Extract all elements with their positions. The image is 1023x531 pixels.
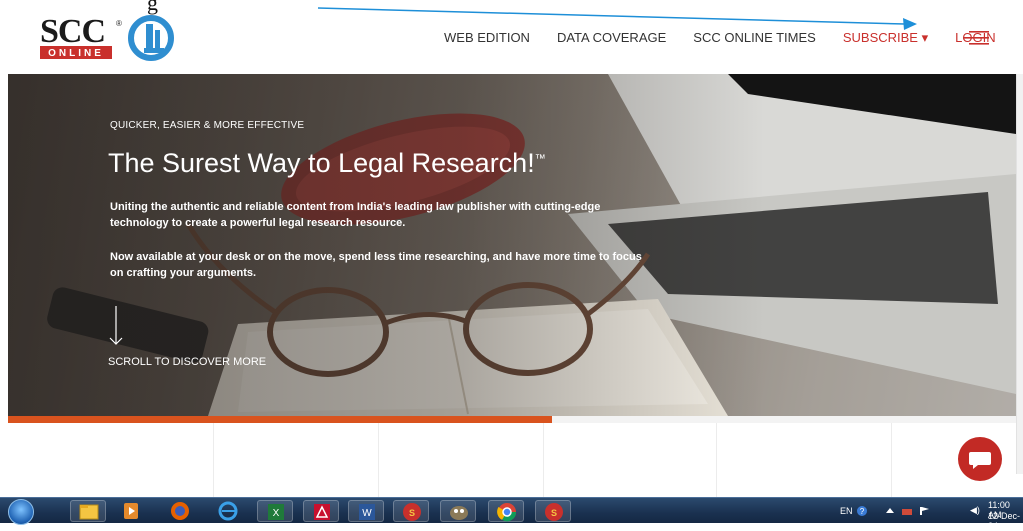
svg-text:®: ® [116,19,122,28]
file-explorer-icon[interactable] [70,500,106,522]
svg-text:X: X [273,508,280,519]
scroll-to-discover-link[interactable]: SCROLL TO DISCOVER MORE [108,356,266,368]
svg-text:?: ? [860,507,865,516]
site-header: g SCC ® ONLINE WEB EDITION DATA COVERAGE… [0,0,1023,74]
network-icon [902,509,912,515]
show-hidden-icons-icon [886,508,894,513]
hero-progress-bar [8,416,1016,423]
hero-paragraph-1: Uniting the authentic and reliable conte… [110,201,601,229]
chrome-icon[interactable] [488,500,524,522]
hero-title: The Surest Way to Legal Research!™ [108,148,546,179]
firefox-icon[interactable] [162,500,198,522]
svg-text:W: W [362,508,372,519]
nav-web-edition[interactable]: WEB EDITION [444,30,530,46]
hero-paragraph-2: Now available at your desk or on the mov… [110,251,642,279]
windows-taskbar: X W S S EN ? ◀) 11:00 AM 12-Dec-24 [0,497,1023,531]
scc-online-logo[interactable]: SCC ® ONLINE [36,10,196,66]
word-icon[interactable]: W [348,500,384,522]
nav-subscribe-dropdown[interactable]: SUBSCRIBE ▾ [843,30,928,46]
chat-button[interactable] [958,437,1002,481]
chat-bubble-icon [969,452,991,469]
excel-icon[interactable]: X [257,500,293,522]
column-divider [891,423,892,497]
windows-start-icon[interactable] [8,499,34,525]
column-divider [378,423,379,497]
trademark-mark: ™ [534,153,546,165]
media-player-icon[interactable] [113,500,149,522]
column-divider [213,423,214,497]
page-scrollbar[interactable] [1016,74,1023,474]
svg-text:SCC: SCC [40,13,105,50]
column-divider [716,423,717,497]
hero-banner: QUICKER, EASIER & MORE EFFECTIVE The Sur… [8,74,1016,416]
svg-text:S: S [409,508,415,518]
acrobat-icon[interactable] [303,500,339,522]
nav-data-coverage[interactable]: DATA COVERAGE [557,30,666,46]
clock-date[interactable]: 12-Dec-24 [988,511,1023,531]
language-indicator[interactable]: EN [840,506,853,516]
main-nav: WEB EDITION DATA COVERAGE SCC ONLINE TIM… [444,30,1010,46]
gimp-icon[interactable] [440,500,476,522]
column-divider [543,423,544,497]
internet-explorer-icon[interactable] [210,500,246,522]
hero-eyebrow: QUICKER, EASIER & MORE EFFECTIVE [110,120,305,131]
hero-progress-fill [8,416,553,423]
scc-app-icon[interactable]: S [535,500,571,522]
system-tray: EN ? ◀) 11:00 AM 12-Dec-24 [830,498,1023,531]
svg-text:ONLINE: ONLINE [48,48,104,59]
flag-icon [920,507,922,515]
feature-columns [8,423,1016,497]
volume-icon[interactable]: ◀) [970,505,980,516]
nav-scc-online-times[interactable]: SCC ONLINE TIMES [693,30,816,46]
tray-icons: ? [857,506,929,516]
svg-text:S: S [551,508,557,518]
scc-app-icon[interactable]: S [393,500,429,522]
hamburger-menu-icon[interactable] [963,30,991,46]
arrow-down-icon [109,306,123,345]
hero-title-text: The Surest Way to Legal Research! [108,148,535,178]
